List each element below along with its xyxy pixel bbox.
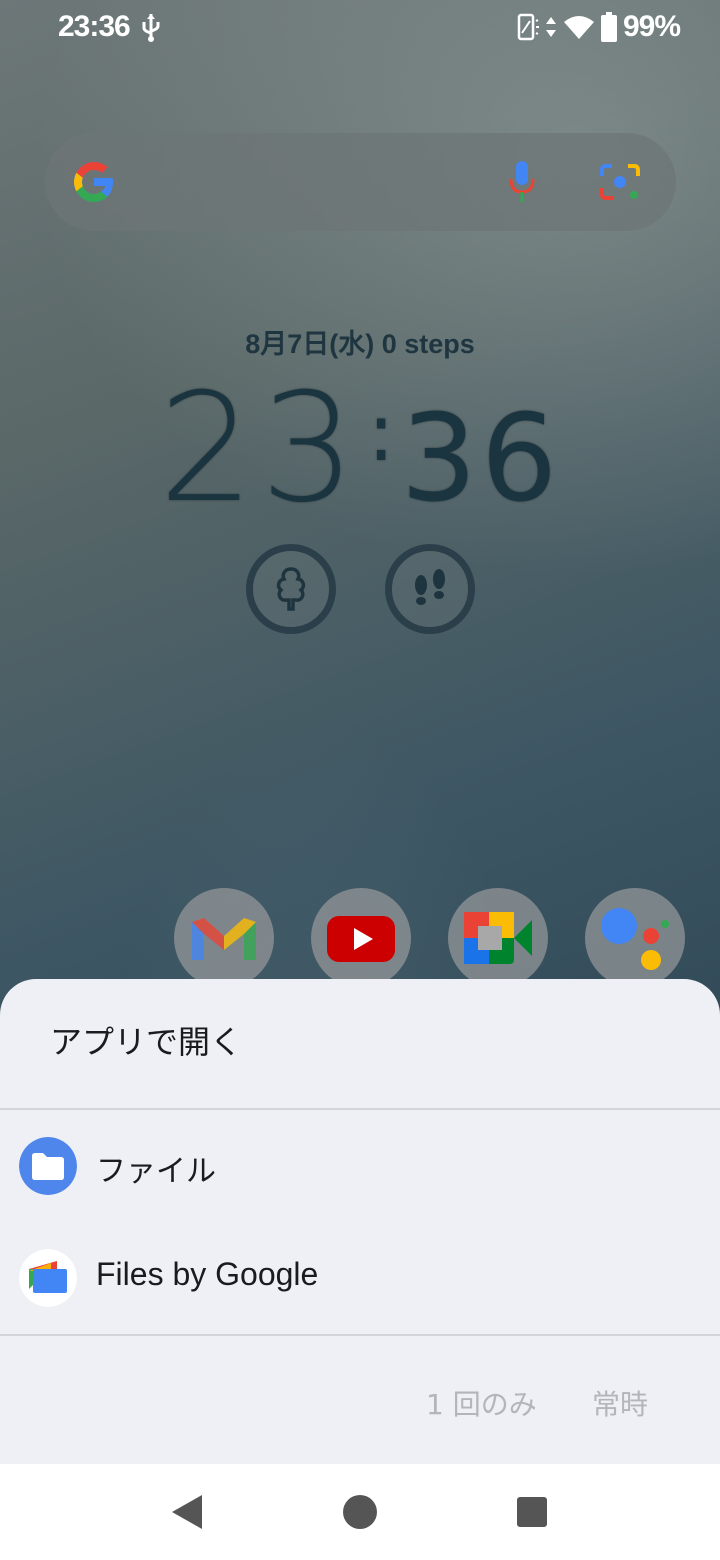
app-label-files-by-google: Files by Google <box>96 1256 319 1292</box>
navigation-bar <box>0 1464 720 1560</box>
always-button[interactable]: 常時 <box>592 1383 648 1423</box>
home-icon[interactable] <box>340 1492 380 1532</box>
app-row-files-by-google[interactable]: Files by Google <box>0 1222 720 1334</box>
app-label-files: ファイル <box>96 1154 216 1189</box>
folder-icon <box>19 1137 77 1195</box>
divider-bottom <box>0 1334 720 1336</box>
just-once-button[interactable]: 1 回のみ <box>426 1383 537 1423</box>
app-row-files[interactable]: ファイル <box>0 1110 720 1222</box>
back-icon[interactable] <box>170 1492 210 1532</box>
sheet-title: アプリで開く <box>50 1023 243 1061</box>
recents-icon[interactable] <box>512 1492 552 1532</box>
open-with-sheet: アプリで開く ファイル Files by Google 1 回のみ 常時 <box>0 979 720 1464</box>
files-by-google-icon <box>19 1249 77 1307</box>
